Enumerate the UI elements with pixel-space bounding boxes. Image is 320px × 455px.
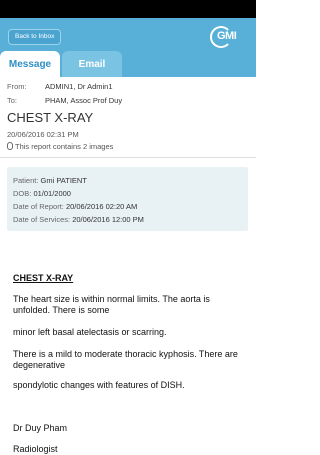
dob-value: 01/01/2000 [33, 189, 71, 198]
patient-row: Patient: Gmi PATIENT [13, 176, 87, 185]
patient-info-box: Patient: Gmi PATIENT DOB: 01/01/2000 Dat… [7, 167, 248, 231]
services-date-row: Date of Services: 20/06/2016 12:00 PM [13, 215, 144, 224]
report-date-value: 20/06/2016 02:20 AM [65, 202, 138, 211]
logo-text: GMI [217, 30, 237, 42]
divider [0, 157, 256, 158]
message-title: CHEST X-RAY [7, 110, 94, 125]
signature-title: Radiologist [13, 444, 58, 454]
tab-email[interactable]: Email [62, 51, 122, 77]
message-datetime: 20/06/2016 02:31 PM [7, 130, 79, 139]
report-heading: CHEST X-RAY [13, 273, 74, 283]
report-date-label: Date of Report: [13, 202, 64, 211]
dob-row: DOB: 01/01/2000 [13, 189, 71, 198]
report-paragraph-4: spondylotic changes with features of DIS… [13, 380, 185, 390]
services-date-label: Date of Services: [13, 215, 71, 224]
report-paragraph-3: There is a mild to moderate thoracic kyp… [13, 349, 238, 370]
attachment-text: This report contains 2 images [15, 142, 114, 151]
services-date-value: 20/06/2016 12:00 PM [72, 215, 144, 224]
dob-label: DOB: [13, 189, 32, 198]
report-paragraph-1: The heart size is within normal limits. … [13, 294, 210, 315]
back-to-inbox-button[interactable]: Back to Inbox [8, 29, 62, 45]
to-value: PHAM, Assoc Prof Duy [45, 96, 123, 105]
tab-message[interactable]: Message [0, 51, 60, 77]
patient-label: Patient: [13, 176, 39, 185]
to-label: To: [7, 96, 18, 105]
report-paragraph-2: minor left basal atelectasis or scarring… [13, 327, 167, 337]
from-value: ADMIN1, Dr Admin1 [45, 82, 113, 91]
to-row: To: PHAM, Assoc Prof Duy [7, 96, 122, 105]
attachment-info[interactable]: This report contains 2 images [7, 142, 113, 151]
patient-value: Gmi PATIENT [40, 176, 87, 185]
paperclip-icon [7, 142, 13, 150]
signature-name: Dr Duy Pham [13, 423, 68, 433]
from-label: From: [7, 82, 27, 91]
report-date-row: Date of Report: 20/06/2016 02:20 AM [13, 202, 137, 211]
status-bar [0, 0, 256, 18]
gmi-logo: GMI [210, 26, 248, 48]
from-row: From: ADMIN1, Dr Admin1 [7, 82, 113, 91]
